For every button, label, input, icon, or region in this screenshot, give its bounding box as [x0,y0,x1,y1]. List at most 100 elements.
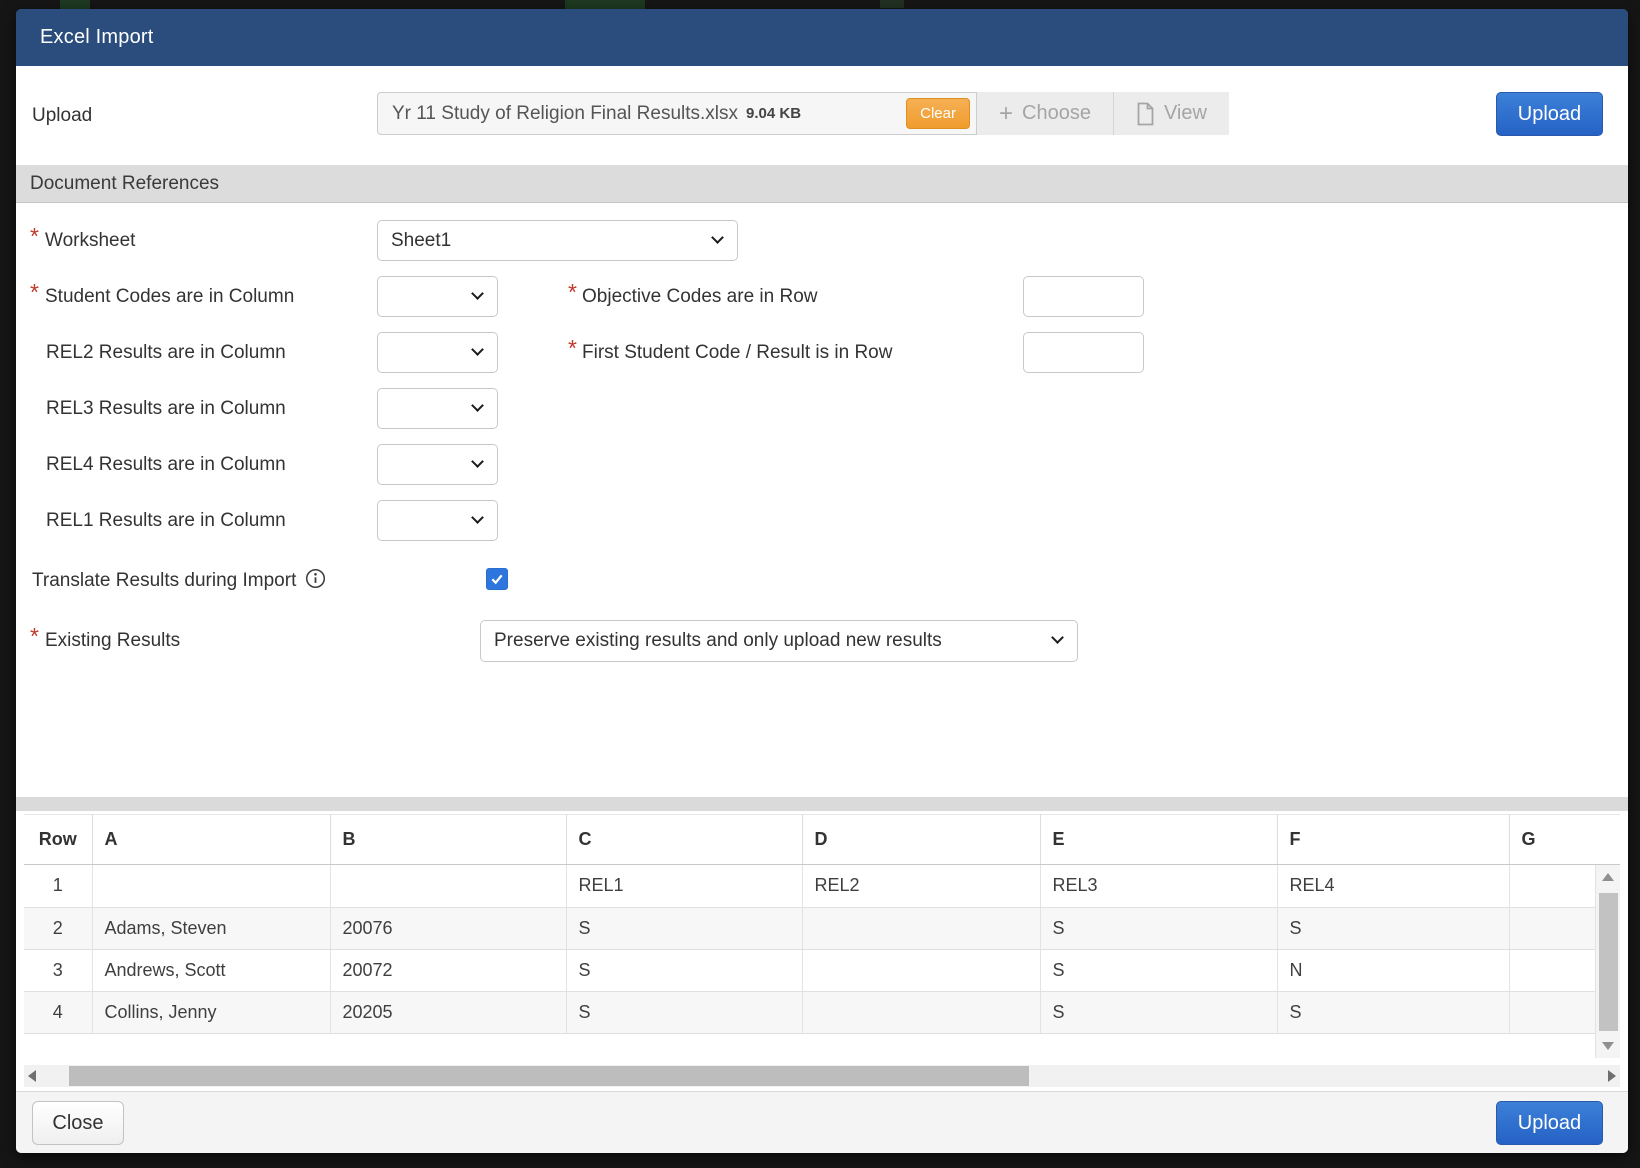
translate-results-row: Translate Results during Import [16,568,1628,592]
chevron-down-icon [1051,631,1064,644]
table-row: 4 Collins, Jenny 20205 S S S [24,991,1595,1033]
view-label: View [1164,102,1207,125]
cell: 20072 [330,949,566,991]
cell: 20076 [330,907,566,949]
background-page-fragment [565,0,645,9]
cell [802,991,1040,1033]
cell: Collins, Jenny [92,991,330,1033]
choose-view-group: + Choose View [977,92,1229,135]
upload-button-top[interactable]: Upload [1496,92,1603,136]
choose-file-button[interactable]: + Choose [977,92,1113,135]
rel4-column-label: REL4 Results are in Column [46,444,286,485]
row-number-cell: 4 [24,991,92,1033]
cell [1509,865,1595,907]
preview-table-header: Row A B C D E F G [24,814,1620,865]
upload-button-bottom[interactable]: Upload [1496,1101,1603,1145]
student-codes-column-row: * Student Codes are in Column * Objectiv… [16,276,1628,317]
cell: S [1040,949,1277,991]
rel2-column-row: REL2 Results are in Column * First Stude… [16,332,1628,373]
cell: Adams, Steven [92,907,330,949]
rel4-column-select[interactable] [377,444,498,485]
required-marker: * [30,623,39,650]
existing-results-row: * Existing Results Preserve existing res… [16,620,1628,662]
column-header-e: E [1040,815,1277,865]
view-file-button[interactable]: View [1114,92,1229,135]
section-title: Document References [30,173,219,195]
horizontal-scrollbar-thumb[interactable] [69,1066,1029,1086]
cell: REL4 [1277,865,1509,907]
row-number-cell: 3 [24,949,92,991]
chevron-down-icon [471,511,484,524]
preview-divider-strip [16,797,1628,811]
spreadsheet-preview: Row A B C D E F G 1 REL1 REL2 REL3 REL4 [16,811,1628,1065]
checkmark-icon [489,571,505,587]
section-header-document-references: Document References [16,165,1628,203]
dialog-titlebar: Excel Import [16,9,1628,66]
chevron-down-icon [471,343,484,356]
cell: S [1040,991,1277,1033]
dialog-footer: Close Upload [16,1091,1628,1153]
column-header-f: F [1277,815,1509,865]
translate-results-checkbox[interactable] [486,568,508,590]
selected-file-display: Yr 11 Study of Religion Final Results.xl… [377,92,977,135]
rel2-column-select[interactable] [377,332,498,373]
column-header-c: C [566,815,802,865]
worksheet-label: Worksheet [45,220,135,261]
chevron-down-icon [711,231,724,244]
existing-results-select[interactable]: Preserve existing results and only uploa… [480,620,1078,662]
info-circle-icon[interactable] [305,568,326,596]
rel3-column-select[interactable] [377,388,498,429]
scroll-right-arrow[interactable] [1604,1065,1620,1087]
rel1-column-row: REL1 Results are in Column [16,500,1628,541]
upload-section: Upload Yr 11 Study of Religion Final Res… [16,66,1628,165]
worksheet-select-value: Sheet1 [391,221,451,260]
column-header-a: A [92,815,330,865]
cell: Andrews, Scott [92,949,330,991]
vertical-scrollbar[interactable] [1595,865,1620,1058]
required-marker: * [568,279,577,306]
rel3-column-label: REL3 Results are in Column [46,388,286,429]
column-header-g: G [1509,815,1620,865]
document-icon [1136,102,1155,126]
cell: S [566,907,802,949]
cell [92,865,330,907]
table-row: 1 REL1 REL2 REL3 REL4 [24,865,1595,907]
plus-icon: + [999,102,1013,126]
background-page-fragment [60,0,90,9]
scroll-left-arrow[interactable] [24,1065,40,1087]
background-page-fragment [880,0,904,8]
cell: S [566,991,802,1033]
cell: S [1277,907,1509,949]
close-button[interactable]: Close [32,1101,124,1145]
choose-label: Choose [1022,102,1091,125]
clear-file-button[interactable]: Clear [906,98,970,129]
cell: REL3 [1040,865,1277,907]
upload-label: Upload [32,66,92,165]
excel-import-dialog: Excel Import Upload Yr 11 Study of Relig… [16,9,1628,1153]
cell: 20205 [330,991,566,1033]
vertical-scrollbar-thumb[interactable] [1599,893,1618,1031]
student-codes-column-select[interactable] [377,276,498,317]
cell: REL2 [802,865,1040,907]
cell [1509,949,1595,991]
objective-codes-row-input[interactable] [1023,276,1144,317]
table-row: 3 Andrews, Scott 20072 S S N [24,949,1595,991]
chevron-down-icon [471,455,484,468]
scroll-down-arrow[interactable] [1596,1036,1620,1056]
file-input-group: Yr 11 Study of Religion Final Results.xl… [377,92,1229,135]
cell: REL1 [566,865,802,907]
objective-codes-row-label: Objective Codes are in Row [582,276,818,317]
cell [1509,991,1595,1033]
cell: N [1277,949,1509,991]
first-student-row-input[interactable] [1023,332,1144,373]
scroll-up-arrow[interactable] [1596,867,1620,887]
worksheet-select[interactable]: Sheet1 [377,220,738,261]
rel1-column-select[interactable] [377,500,498,541]
horizontal-scrollbar[interactable] [24,1065,1620,1087]
column-header-row: Row [24,815,92,865]
column-header-b: B [330,815,566,865]
import-settings-form: * Worksheet Sheet1 * Student Codes are i… [16,203,1628,797]
chevron-down-icon [471,287,484,300]
cell: S [1040,907,1277,949]
cell [802,949,1040,991]
